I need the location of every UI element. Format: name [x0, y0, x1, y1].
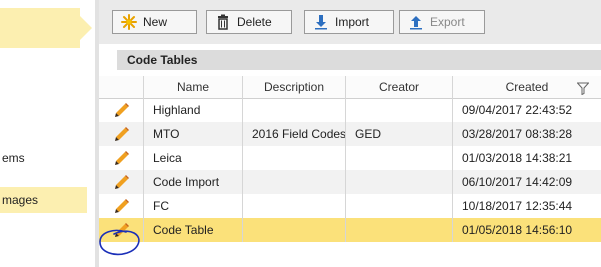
cell-created: 09/04/2017 22:43:52	[462, 103, 573, 117]
delete-button-label: Delete	[237, 15, 272, 29]
column-divider	[242, 76, 243, 242]
import-button-label: Import	[335, 15, 370, 29]
cell-creator	[355, 170, 452, 194]
trash-icon	[215, 14, 231, 30]
new-button[interactable]: New	[112, 10, 197, 34]
cell-creator	[355, 194, 452, 218]
cell-created: 06/10/2017 14:42:09	[462, 175, 573, 189]
cell-created: 01/03/2018 14:38:21	[462, 151, 573, 165]
star-burst-icon	[121, 14, 137, 30]
export-button-label: Export	[430, 15, 465, 29]
cell-description	[252, 98, 345, 122]
table-row[interactable]: Highland 09/04/2017 22:43:52	[99, 98, 601, 122]
table-row[interactable]: Code Table 01/05/2018 14:56:10	[99, 218, 601, 242]
column-header-created[interactable]: Created	[452, 76, 601, 98]
cell-created: 03/28/2017 08:38:28	[462, 127, 573, 141]
sidebar-item-selected[interactable]	[0, 8, 92, 48]
export-arrow-icon	[408, 14, 424, 30]
column-header-name[interactable]: Name	[143, 76, 242, 98]
cell-creator	[355, 146, 452, 170]
column-divider	[143, 76, 144, 242]
import-arrow-icon	[313, 14, 329, 30]
toolbar: New Delete Import Export	[99, 0, 601, 44]
pencil-icon[interactable]	[114, 102, 130, 118]
cell-creator: GED	[355, 127, 382, 141]
annotation-circle	[99, 229, 140, 256]
table-row[interactable]: MTO 2016 Field Codes GED 03/28/2017 08:38:2…	[99, 122, 601, 146]
cell-description	[252, 194, 345, 218]
column-header-edit	[99, 76, 143, 98]
sidebar-item-items[interactable]: ems	[0, 145, 87, 171]
cell-description	[252, 170, 345, 194]
cell-description	[252, 146, 345, 170]
column-divider	[452, 76, 453, 242]
cell-creator	[355, 218, 452, 242]
table-row[interactable]: Leica 01/03/2018 14:38:21	[99, 146, 601, 170]
cell-created: 01/05/2018 14:56:10	[462, 223, 573, 237]
import-button[interactable]: Import	[304, 10, 394, 34]
cell-created: 10/18/2017 12:35:44	[462, 199, 573, 213]
pencil-icon[interactable]	[114, 150, 130, 166]
cell-name: MTO	[153, 127, 180, 141]
pencil-icon[interactable]	[114, 198, 130, 214]
table-row[interactable]: FC 10/18/2017 12:35:44	[99, 194, 601, 218]
cell-name: Code Table	[153, 223, 214, 237]
cell-creator	[355, 98, 452, 122]
cell-name: Leica	[153, 151, 182, 165]
cell-description: 2016 Field Codes	[252, 127, 345, 141]
cell-description	[252, 218, 345, 242]
pencil-icon[interactable]	[114, 126, 130, 142]
new-button-label: New	[143, 15, 168, 29]
section-title: Code Tables	[117, 50, 601, 70]
pencil-icon[interactable]	[114, 174, 130, 190]
grid-header: Name Description Creator Created	[99, 76, 601, 99]
export-button[interactable]: Export	[399, 10, 485, 34]
cell-name: Code Import	[153, 175, 220, 189]
cell-name: FC	[153, 199, 169, 213]
delete-button[interactable]: Delete	[206, 10, 292, 34]
cell-name: Highland	[153, 103, 201, 117]
column-header-description[interactable]: Description	[242, 76, 345, 98]
table-row[interactable]: Code Import 06/10/2017 14:42:09	[99, 170, 601, 194]
column-header-creator[interactable]: Creator	[345, 76, 452, 98]
column-divider	[345, 76, 346, 242]
sidebar: ems mages	[0, 0, 95, 267]
column-header-created-label: Created	[505, 80, 549, 94]
sidebar-item-images[interactable]: mages	[0, 187, 87, 213]
